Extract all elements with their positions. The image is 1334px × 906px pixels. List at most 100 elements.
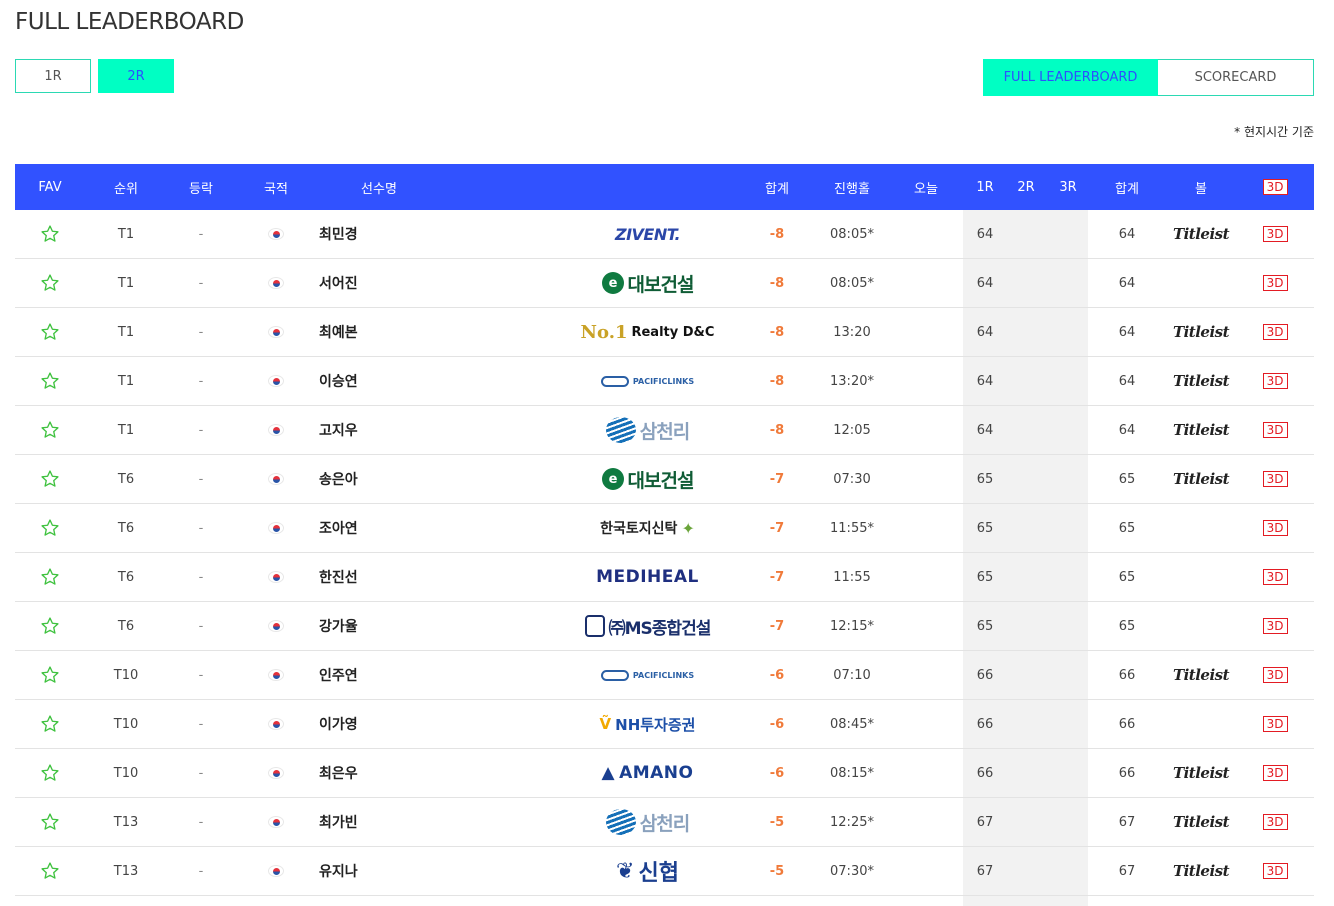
- view-3d-cell[interactable]: 3D: [1250, 602, 1300, 650]
- table-row[interactable]: T1 - 최예본 No.1 Realty D&C -8 13:20 64 64 T…: [15, 308, 1314, 357]
- view-3d-cell[interactable]: 3D: [1250, 749, 1300, 797]
- player-name[interactable]: 인주연: [319, 651, 439, 699]
- rank-change: -: [198, 324, 204, 340]
- view-3d-button[interactable]: 3D: [1262, 716, 1288, 732]
- table-row[interactable]: T13 - 최가빈 삼천리 -5 12:25* 67 67 Titleist 3…: [15, 798, 1314, 847]
- player-name[interactable]: 서어진: [319, 259, 439, 307]
- player-name-text[interactable]: 고지우: [319, 420, 358, 440]
- view-3d-button[interactable]: 3D: [1262, 618, 1288, 634]
- table-row[interactable]: T10 - 최은우 ▲ AMANO -6 08:15* 66 66 Titleis…: [15, 749, 1314, 798]
- view-3d-cell[interactable]: 3D: [1250, 259, 1300, 307]
- view-3d-button[interactable]: 3D: [1262, 520, 1288, 536]
- player-name-text[interactable]: 조아연: [319, 518, 358, 538]
- favorite-star-icon[interactable]: [15, 406, 85, 454]
- view-3d-cell[interactable]: 3D: [1250, 504, 1300, 552]
- player-name[interactable]: 조아연: [319, 504, 439, 552]
- player-name-text[interactable]: 송은아: [319, 469, 358, 489]
- table-row[interactable]: T1 - 최민경 ZIVENT. -8 08:05* 64 64 Titleis…: [15, 210, 1314, 259]
- player-name[interactable]: 최은우: [319, 749, 439, 797]
- view-3d-button[interactable]: 3D: [1262, 275, 1288, 291]
- rank: T6: [117, 618, 135, 634]
- favorite-star-icon[interactable]: [15, 749, 85, 797]
- table-row[interactable]: T6 - 한진선 MEDIHEAL -7 11:55 65 65 3D: [15, 553, 1314, 602]
- player-name-text[interactable]: 서어진: [319, 273, 358, 293]
- player-name-text[interactable]: 이가영: [319, 714, 358, 734]
- view-3d-button[interactable]: 3D: [1262, 373, 1288, 389]
- korea-flag-icon: [268, 669, 284, 681]
- titleist-logo: Titleist: [1172, 862, 1230, 880]
- round-2-score: [1005, 651, 1047, 699]
- favorite-star-icon[interactable]: [15, 504, 85, 552]
- player-name-text[interactable]: 이승연: [319, 371, 358, 391]
- player-name[interactable]: 이가영: [319, 700, 439, 748]
- player-name-text[interactable]: 유지나: [319, 861, 358, 881]
- tab-round-2[interactable]: 2R: [98, 59, 174, 93]
- player-name[interactable]: 최가빈: [319, 798, 439, 846]
- player-name-text[interactable]: 인주연: [319, 665, 358, 685]
- player-name[interactable]: 최예본: [319, 308, 439, 356]
- view-3d-button[interactable]: 3D: [1262, 226, 1288, 242]
- view-3d-cell[interactable]: 3D: [1250, 308, 1300, 356]
- player-name[interactable]: 강가율: [319, 602, 439, 650]
- player-name-text[interactable]: 최은우: [319, 763, 358, 783]
- table-row[interactable]: T10 - 이가영 Ṽ NH투자증권 -6 08:45* 66 66 3D: [15, 700, 1314, 749]
- titleist-logo: Titleist: [1172, 372, 1230, 390]
- view-3d-button[interactable]: 3D: [1262, 814, 1288, 830]
- view-3d-cell[interactable]: 3D: [1250, 357, 1300, 405]
- table-row[interactable]: T6 - 조아연 한국토지신탁 ✦ -7 11:55* 65 65 3D: [15, 504, 1314, 553]
- round-1-score: 64: [976, 324, 994, 340]
- table-row[interactable]: T1 - 서어진 e 대보건설 -8 08:05* 64 64 3D: [15, 259, 1314, 308]
- table-row[interactable]: T13 - 유지나 ❦ 신협 -5 07:30* 67 67 Titleist 3…: [15, 847, 1314, 896]
- table-row[interactable]: T1 - 이승연 PACIFICLINKS -8 13:20* 64 64 Ti…: [15, 357, 1314, 406]
- player-name[interactable]: 이승연: [319, 357, 439, 405]
- view-3d-button[interactable]: 3D: [1262, 569, 1288, 585]
- tab-round-1[interactable]: 1R: [15, 59, 91, 93]
- player-name-text[interactable]: 최민경: [319, 224, 358, 244]
- player-name-text[interactable]: 최가빈: [319, 812, 358, 832]
- favorite-star-icon[interactable]: [15, 259, 85, 307]
- favorite-star-icon[interactable]: [15, 553, 85, 601]
- favorite-star-icon[interactable]: [15, 651, 85, 699]
- favorite-star-icon[interactable]: [15, 602, 85, 650]
- view-3d-cell[interactable]: 3D: [1250, 553, 1300, 601]
- player-name-text[interactable]: 한진선: [319, 567, 358, 587]
- favorite-star-icon[interactable]: [15, 798, 85, 846]
- player-name[interactable]: 고지우: [319, 406, 439, 454]
- favorite-star-icon[interactable]: [15, 210, 85, 258]
- table-row[interactable]: T1 - 고지우 삼천리 -8 12:05 64 64 Titleist 3D: [15, 406, 1314, 455]
- table-row[interactable]: T6 - 강가율 ㈜MS종합건설 -7 12:15* 65 65 3D: [15, 602, 1314, 651]
- view-3d-button[interactable]: 3D: [1262, 667, 1288, 683]
- player-name-text[interactable]: 최예본: [319, 322, 358, 342]
- ball-brand: [1163, 259, 1239, 307]
- hole-progress: 12:05: [833, 422, 871, 438]
- view-3d-button[interactable]: 3D: [1262, 863, 1288, 879]
- tab-full-leaderboard[interactable]: FULL LEADERBOARD: [983, 59, 1158, 96]
- rank: T10: [113, 716, 139, 732]
- view-3d-button[interactable]: 3D: [1262, 422, 1288, 438]
- view-3d-cell[interactable]: 3D: [1250, 210, 1300, 258]
- view-3d-cell[interactable]: 3D: [1250, 455, 1300, 503]
- player-name[interactable]: 유지나: [319, 847, 439, 895]
- view-3d-cell[interactable]: 3D: [1250, 406, 1300, 454]
- view-3d-cell[interactable]: 3D: [1250, 651, 1300, 699]
- view-3d-button[interactable]: 3D: [1262, 765, 1288, 781]
- header-fav: FAV: [38, 179, 62, 195]
- table-row[interactable]: T10 - 인주연 PACIFICLINKS -6 07:10 66 66 Ti…: [15, 651, 1314, 700]
- sponsor-logo: e 대보건설: [601, 466, 694, 493]
- view-3d-cell[interactable]: 3D: [1250, 700, 1300, 748]
- favorite-star-icon[interactable]: [15, 700, 85, 748]
- table-row[interactable]: T6 - 송은아 e 대보건설 -7 07:30 65 65 Titleist 3…: [15, 455, 1314, 504]
- favorite-star-icon[interactable]: [15, 847, 85, 895]
- player-name[interactable]: 최민경: [319, 210, 439, 258]
- player-name-text[interactable]: 강가율: [319, 616, 358, 636]
- view-3d-button[interactable]: 3D: [1262, 471, 1288, 487]
- view-3d-cell[interactable]: 3D: [1250, 847, 1300, 895]
- favorite-star-icon[interactable]: [15, 357, 85, 405]
- view-3d-button[interactable]: 3D: [1262, 324, 1288, 340]
- favorite-star-icon[interactable]: [15, 308, 85, 356]
- player-name[interactable]: 송은아: [319, 455, 439, 503]
- tab-scorecard[interactable]: SCORECARD: [1158, 59, 1314, 96]
- player-name[interactable]: 한진선: [319, 553, 439, 601]
- favorite-star-icon[interactable]: [15, 455, 85, 503]
- view-3d-cell[interactable]: 3D: [1250, 798, 1300, 846]
